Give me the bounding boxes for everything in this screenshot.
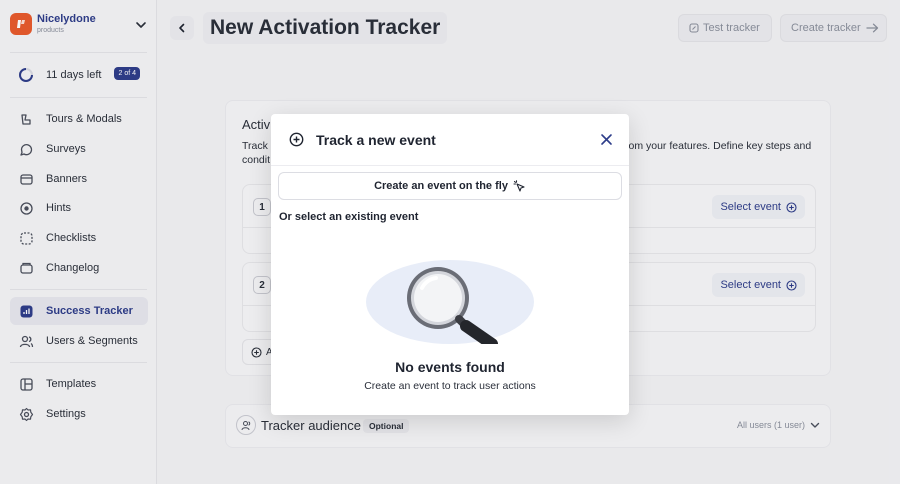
track-event-modal: Track a new event Create an event on the… (271, 114, 629, 415)
create-fly-label: Create an event on the fly (374, 180, 508, 192)
close-icon[interactable] (600, 133, 613, 146)
modal-title: Track a new event (316, 132, 436, 148)
magnifying-glass-illustration (366, 260, 534, 344)
cursor-click-icon (513, 180, 525, 192)
modal-header: Track a new event (271, 114, 629, 166)
empty-state-title: No events found (395, 359, 505, 375)
existing-event-heading: Or select an existing event (279, 211, 419, 223)
create-event-on-fly-button[interactable]: Create an event on the fly (278, 172, 622, 200)
plus-circle-icon (289, 132, 304, 147)
empty-state-subtitle: Create an event to track user actions (364, 380, 536, 392)
